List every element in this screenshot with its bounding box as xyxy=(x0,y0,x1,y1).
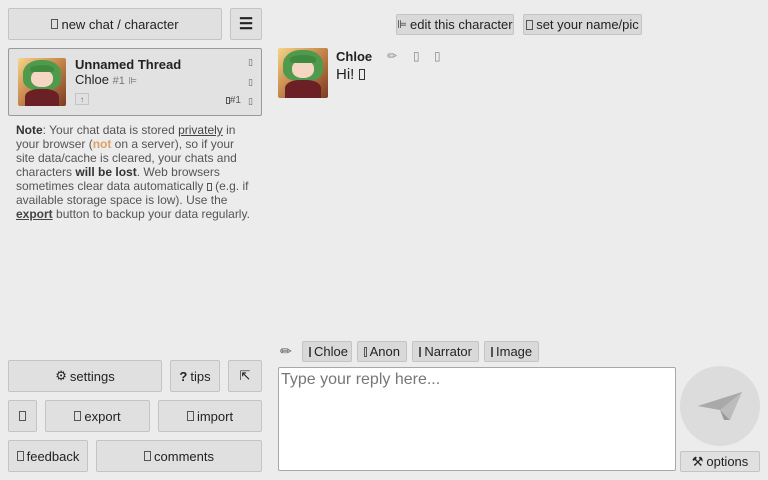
new-chat-label: new chat / character xyxy=(61,16,179,32)
question-icon: ? xyxy=(179,368,188,384)
thread-title: Unnamed Thread xyxy=(75,57,182,72)
comments-icon xyxy=(144,451,152,461)
message-text: Hi! xyxy=(336,66,365,83)
feedback-button[interactable]: feedback xyxy=(8,440,88,472)
chloe-icon xyxy=(309,346,311,357)
storage-note: Note: Your chat data is stored privately… xyxy=(16,123,250,221)
misc-icon xyxy=(19,411,26,421)
thread-subtitle: Chloe #1 ⊫ xyxy=(75,72,137,87)
message-copy-icon[interactable]: ▯ xyxy=(413,49,420,63)
collapse-arrow-icon: ⇱ xyxy=(239,368,251,383)
new-chat-icon xyxy=(51,19,59,29)
feedback-icon xyxy=(16,451,24,461)
thread-duplicate-icon[interactable]: ▯ xyxy=(248,77,253,88)
quick-reply-anon[interactable]: Anon xyxy=(357,341,407,362)
anon-icon xyxy=(364,346,367,357)
privately-link[interactable]: privately xyxy=(178,123,223,137)
note-lead: Note xyxy=(16,123,43,137)
collapse-button[interactable]: ⇱ xyxy=(228,360,262,392)
chat-panel: ⊫ edit this character set your name/pic … xyxy=(270,0,768,480)
send-button[interactable] xyxy=(680,366,760,446)
message-edit-icon[interactable]: ✏ xyxy=(387,49,397,63)
thread-delete-icon[interactable]: ▯ xyxy=(248,96,253,107)
export-link[interactable]: export xyxy=(16,207,53,221)
hamburger-icon: ☰ xyxy=(238,16,254,33)
thread-character: Chloe xyxy=(75,72,109,87)
thread-card[interactable]: Unnamed Thread Chloe #1 ⊫ ↑ ▯ ▯ ▯ #1 xyxy=(8,48,262,116)
thread-message-count: #1 xyxy=(225,95,241,106)
paper-plane-icon xyxy=(698,392,742,420)
misc-button[interactable] xyxy=(8,400,37,432)
reply-input[interactable] xyxy=(278,367,676,471)
import-icon xyxy=(186,411,194,421)
pencil-icon[interactable]: ✏ xyxy=(280,343,292,360)
sidebar: new chat / character ☰ Unnamed Thread Ch… xyxy=(0,0,270,480)
menu-button[interactable]: ☰ xyxy=(230,8,262,40)
export-button[interactable]: export xyxy=(45,400,150,432)
quick-reply-image[interactable]: Image xyxy=(484,341,539,362)
edit-character-icon: ⊫ xyxy=(397,19,407,31)
thread-tag-icon: ⊫ xyxy=(128,76,138,87)
user-icon xyxy=(526,19,534,30)
set-name-button[interactable]: set your name/pic xyxy=(523,14,642,35)
thread-edit-icon[interactable]: ▯ xyxy=(248,57,253,68)
message-avatar[interactable] xyxy=(278,48,328,98)
message-delete-icon[interactable]: ▯ xyxy=(434,49,441,63)
emoji-icon xyxy=(358,69,365,80)
thread-avatar xyxy=(18,58,66,106)
settings-button[interactable]: ⚙ settings xyxy=(8,360,162,392)
tools-icon: ⚒ xyxy=(691,453,704,469)
comments-button[interactable]: comments xyxy=(96,440,262,472)
narrator-icon xyxy=(419,346,422,357)
up-arrow-label: ↑ xyxy=(80,94,84,104)
gear-icon: ⚙ xyxy=(55,368,67,383)
image-icon xyxy=(491,346,493,357)
new-chat-button[interactable]: new chat / character xyxy=(8,8,222,40)
thread-up-button[interactable]: ↑ xyxy=(75,93,89,105)
message-author: Chloe xyxy=(336,49,373,64)
options-button[interactable]: ⚒ options xyxy=(680,451,760,472)
edit-character-button[interactable]: ⊫ edit this character xyxy=(396,14,514,35)
quick-reply-chloe[interactable]: Chloe xyxy=(302,341,352,362)
import-button[interactable]: import xyxy=(158,400,262,432)
export-icon xyxy=(74,411,82,421)
thread-number: #1 xyxy=(112,75,125,87)
quick-reply-narrator[interactable]: Narrator xyxy=(412,341,479,362)
tips-button[interactable]: ? tips xyxy=(170,360,220,392)
